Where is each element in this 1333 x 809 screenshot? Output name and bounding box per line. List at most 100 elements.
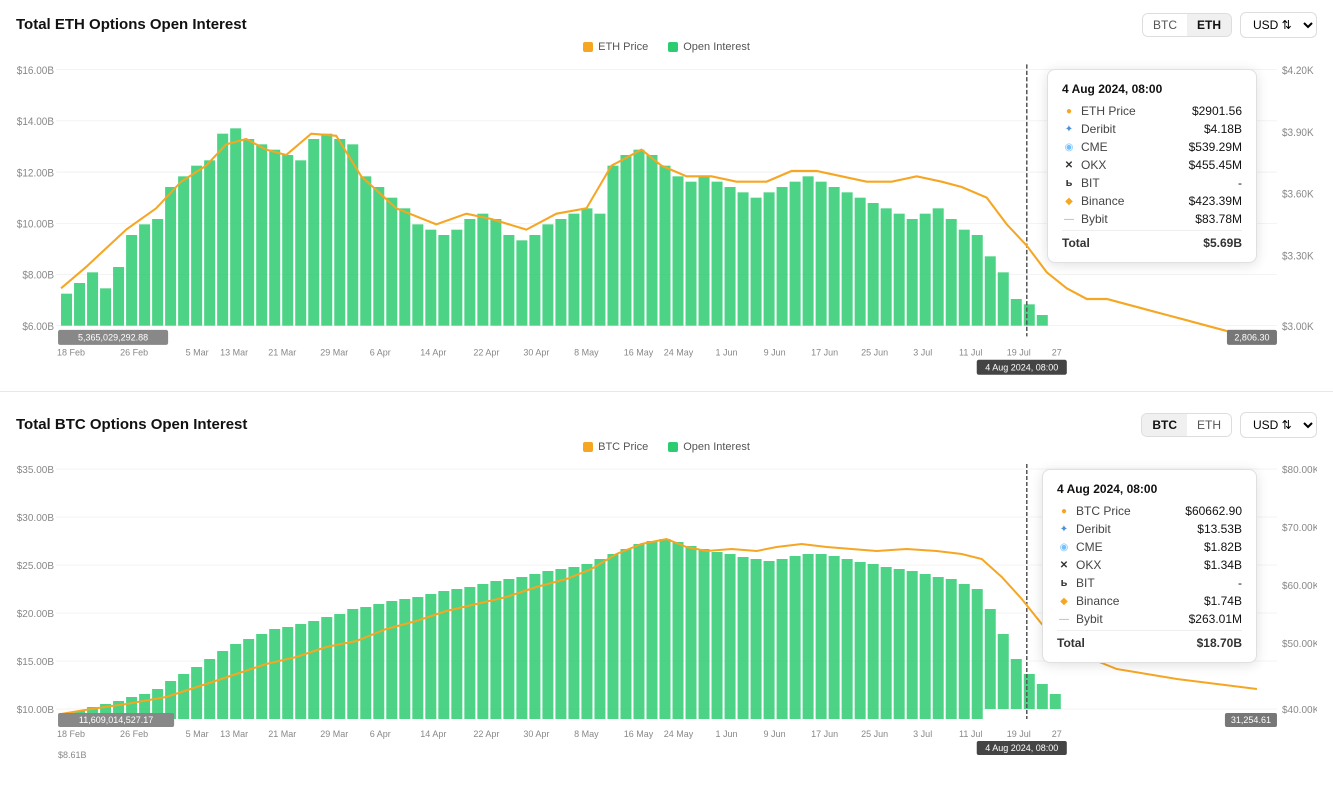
svg-text:24 May: 24 May — [664, 347, 694, 357]
eth-tooltip-val-2: $539.29M — [1189, 140, 1242, 154]
eth-currency-select[interactable]: USD ⇅ — [1240, 12, 1317, 38]
btc-currency-select[interactable]: USD ⇅ — [1240, 412, 1317, 438]
svg-text:30 Apr: 30 Apr — [523, 347, 549, 357]
svg-text:13 Mar: 13 Mar — [220, 729, 248, 739]
btc-legend: BTC Price Open Interest — [16, 441, 1317, 453]
btc-tooltip-row-1: ✦ Deribit $13.53B — [1057, 522, 1242, 536]
eth-tooltip-row-0: ● ETH Price $2901.56 — [1062, 104, 1242, 118]
eth-tooltip-val-5: $423.39M — [1189, 194, 1242, 208]
eth-tooltip: 4 Aug 2024, 08:00 ● ETH Price $2901.56 ✦… — [1047, 69, 1257, 263]
svg-text:$12.00B: $12.00B — [17, 168, 54, 179]
btc-tooltip-label-6: Bybit — [1076, 612, 1103, 626]
svg-text:8 May: 8 May — [574, 347, 599, 357]
btc-price-legend-dot — [583, 442, 593, 452]
btc-tooltip-row-0: ● BTC Price $60662.90 — [1057, 504, 1242, 518]
svg-text:14 Apr: 14 Apr — [420, 347, 446, 357]
svg-text:25 Jun: 25 Jun — [861, 729, 888, 739]
svg-text:$60.00K: $60.00K — [1282, 581, 1317, 592]
svg-text:21 Mar: 21 Mar — [268, 729, 296, 739]
svg-text:$3.60K: $3.60K — [1282, 189, 1314, 200]
svg-text:21 Mar: 21 Mar — [268, 347, 296, 357]
eth-tooltip-row-6: — Bybit $83.78M — [1062, 212, 1242, 226]
btc-tooltip-val-2: $1.82B — [1204, 540, 1242, 554]
eth-tooltip-val-1: $4.18B — [1204, 122, 1242, 136]
svg-text:16 May: 16 May — [624, 347, 654, 357]
svg-text:6 Apr: 6 Apr — [370, 729, 391, 739]
btc-tooltip-row-2: ◉ CME $1.82B — [1057, 540, 1242, 554]
btc-binance-icon: ◆ — [1057, 594, 1071, 608]
svg-text:5,365,029,292.88: 5,365,029,292.88 — [78, 332, 148, 342]
btc-tooltip-val-6: $263.01M — [1189, 612, 1242, 626]
btc-btc-button[interactable]: BTC — [1142, 414, 1187, 436]
svg-text:$16.00B: $16.00B — [17, 66, 54, 77]
btc-tooltip-row-6: — Bybit $263.01M — [1057, 612, 1242, 626]
svg-text:$8.00B: $8.00B — [22, 270, 54, 281]
btc-price-icon: ● — [1057, 504, 1071, 518]
eth-chart-controls: BTC ETH USD ⇅ — [1142, 12, 1317, 38]
bybit-icon: — — [1062, 212, 1076, 226]
btc-chart-controls: BTC ETH USD ⇅ — [1141, 412, 1317, 438]
btc-chart-wrapper: $35.00B $30.00B $25.00B $20.00B $15.00B … — [16, 459, 1317, 759]
svg-text:22 Apr: 22 Apr — [473, 729, 499, 739]
btc-chart-title: Total BTC Options Open Interest — [16, 416, 1317, 433]
btc-bit-icon: ь — [1057, 576, 1071, 590]
btc-eth-button[interactable]: ETH — [1187, 414, 1231, 436]
svg-text:$80.00K: $80.00K — [1282, 465, 1317, 476]
btc-tooltip-val-3: $1.34B — [1204, 558, 1242, 572]
svg-text:$10.00B: $10.00B — [17, 219, 54, 230]
eth-price-legend-label: ETH Price — [598, 41, 648, 53]
svg-text:$10.00B: $10.00B — [17, 705, 55, 716]
btc-tooltip-label-5: Binance — [1076, 594, 1119, 608]
eth-tooltip-row-5: ◆ Binance $423.39M — [1062, 194, 1242, 208]
svg-text:$50.00K: $50.00K — [1282, 639, 1317, 650]
eth-tooltip-label-3: OKX — [1081, 158, 1106, 172]
eth-btc-button[interactable]: BTC — [1143, 14, 1187, 36]
svg-text:30 Apr: 30 Apr — [523, 729, 549, 739]
svg-text:$8.61B: $8.61B — [58, 750, 87, 759]
btc-tooltip-row-3: ✕ OKX $1.34B — [1057, 558, 1242, 572]
eth-tooltip-label-6: Bybit — [1081, 212, 1108, 226]
svg-text:3 Jul: 3 Jul — [913, 347, 932, 357]
svg-text:1 Jun: 1 Jun — [716, 729, 738, 739]
eth-oi-legend-label: Open Interest — [683, 41, 750, 53]
svg-text:$15.00B: $15.00B — [17, 657, 55, 668]
svg-text:5 Mar: 5 Mar — [186, 347, 209, 357]
eth-eth-button[interactable]: ETH — [1187, 14, 1231, 36]
eth-tooltip-row-2: ◉ CME $539.29M — [1062, 140, 1242, 154]
btc-tooltip-val-0: $60662.90 — [1185, 504, 1242, 518]
eth-price-legend: ETH Price — [583, 41, 648, 53]
eth-legend: ETH Price Open Interest — [16, 41, 1317, 53]
eth-price-legend-dot — [583, 42, 593, 52]
svg-text:11 Jul: 11 Jul — [959, 729, 982, 739]
eth-chart-title: Total ETH Options Open Interest — [16, 16, 1317, 33]
btc-tooltip-label-0: BTC Price — [1076, 504, 1131, 518]
btc-oi-legend-label: Open Interest — [683, 441, 750, 453]
btc-tooltip: 4 Aug 2024, 08:00 ● BTC Price $60662.90 … — [1042, 469, 1257, 663]
svg-text:4 Aug 2024, 08:00: 4 Aug 2024, 08:00 — [985, 362, 1058, 372]
eth-asset-toggle: BTC ETH — [1142, 13, 1232, 37]
btc-tooltip-row-5: ◆ Binance $1.74B — [1057, 594, 1242, 608]
btc-chart-section: Total BTC Options Open Interest BTC ETH … — [0, 400, 1333, 759]
svg-text:4 Aug 2024, 08:00: 4 Aug 2024, 08:00 — [985, 743, 1058, 753]
svg-text:26 Feb: 26 Feb — [120, 729, 148, 739]
eth-tooltip-total-label: Total — [1062, 236, 1090, 250]
svg-text:2,806.30: 2,806.30 — [1234, 332, 1269, 342]
svg-text:27: 27 — [1052, 729, 1062, 739]
eth-tooltip-label-1: Deribit — [1081, 122, 1116, 136]
eth-oi-legend-dot — [668, 42, 678, 52]
eth-tooltip-row-4: ь BIT - — [1062, 176, 1242, 190]
eth-tooltip-label-5: Binance — [1081, 194, 1124, 208]
btc-price-legend-label: BTC Price — [598, 441, 648, 453]
svg-text:22 Apr: 22 Apr — [473, 347, 499, 357]
btc-tooltip-val-1: $13.53B — [1197, 522, 1242, 536]
eth-tooltip-label-0: ETH Price — [1081, 104, 1136, 118]
btc-oi-legend-dot — [668, 442, 678, 452]
btc-tooltip-total-value: $18.70B — [1197, 636, 1242, 650]
eth-price-icon: ● — [1062, 104, 1076, 118]
svg-text:$20.00B: $20.00B — [17, 609, 55, 620]
eth-tooltip-total: Total $5.69B — [1062, 230, 1242, 250]
eth-tooltip-total-value: $5.69B — [1203, 236, 1242, 250]
svg-text:14 Apr: 14 Apr — [420, 729, 446, 739]
eth-tooltip-label-2: CME — [1081, 140, 1108, 154]
svg-text:26 Feb: 26 Feb — [120, 347, 148, 357]
